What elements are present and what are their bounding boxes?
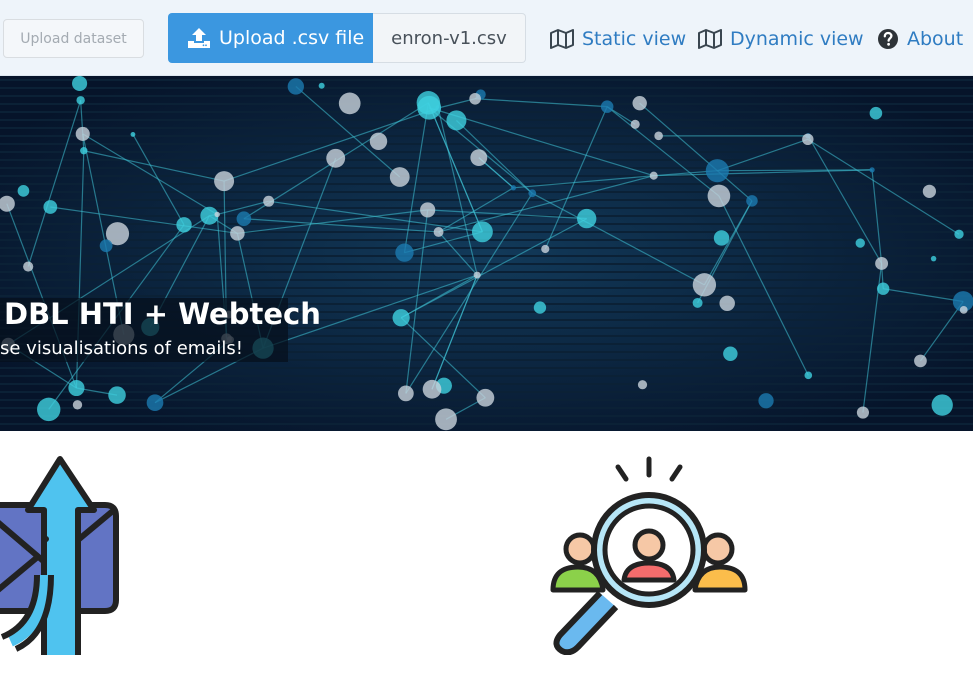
network-node [954, 229, 964, 239]
network-node [422, 379, 442, 399]
network-node [510, 185, 517, 191]
network-node [707, 184, 731, 208]
network-node [435, 408, 457, 431]
network-node [146, 394, 164, 412]
upload-csv-button[interactable]: Upload .csv file [168, 13, 373, 63]
network-node [649, 171, 658, 180]
network-node [528, 189, 537, 198]
network-node [214, 211, 220, 218]
network-node [263, 195, 275, 207]
network-node [433, 227, 444, 237]
network-node [541, 244, 550, 254]
network-node [746, 195, 758, 207]
network-node [420, 202, 436, 218]
network-node [804, 371, 813, 380]
network-node [469, 92, 481, 105]
network-node [230, 226, 245, 241]
network-node [23, 261, 34, 272]
map-icon [698, 29, 722, 49]
upload-csv-label: Upload .csv file [219, 27, 365, 49]
network-node [922, 184, 936, 198]
hero-banner: DBL HTI + Webtech se visualisations of e… [0, 76, 973, 431]
network-node [713, 230, 730, 246]
network-node [446, 110, 467, 131]
network-node [369, 132, 388, 150]
network-node [719, 295, 735, 312]
network-background [0, 76, 973, 431]
nav-dynamic-view-label: Dynamic view [730, 28, 864, 50]
network-node [654, 131, 663, 141]
mail-upload-icon [0, 456, 119, 655]
network-node [416, 91, 441, 115]
network-node [37, 397, 61, 422]
network-node [637, 380, 648, 390]
network-node [869, 106, 883, 120]
network-node [692, 273, 717, 297]
network-node [176, 217, 192, 233]
network-node [533, 301, 547, 314]
network-node [130, 132, 136, 137]
network-node [392, 309, 410, 327]
network-node [214, 171, 235, 192]
network-node [856, 406, 869, 419]
upload-icon [188, 28, 210, 48]
selected-file-name: enron-v1.csv [373, 13, 526, 63]
map-icon [550, 29, 574, 49]
network-node [43, 200, 58, 214]
network-node [930, 255, 937, 262]
network-node [959, 306, 968, 314]
network-node [869, 167, 875, 173]
nav-dynamic-view[interactable]: Dynamic view [698, 24, 864, 54]
network-node [75, 126, 90, 141]
network-node [389, 167, 410, 187]
network-node [68, 379, 85, 397]
nav-static-view[interactable]: Static view [550, 24, 686, 54]
network-node [632, 96, 647, 111]
network-node [476, 388, 495, 407]
network-node [72, 400, 83, 410]
network-edge [717, 169, 873, 172]
network-node [80, 147, 88, 155]
people-search-icon [550, 456, 748, 655]
network-node [17, 185, 30, 197]
network-node [338, 92, 361, 115]
upload-dataset-button[interactable]: Upload dataset [3, 19, 144, 58]
nav-about-label: About [907, 28, 964, 50]
question-circle-icon [878, 29, 898, 49]
network-node [914, 354, 927, 368]
network-node [705, 159, 729, 183]
hero-title: DBL HTI + Webtech [4, 297, 321, 331]
network-node [875, 257, 889, 270]
network-node [758, 393, 774, 409]
network-node [600, 100, 614, 113]
network-node [398, 385, 414, 402]
network-node [723, 346, 738, 361]
network-node [692, 297, 703, 308]
network-node [577, 208, 597, 229]
network-node [470, 149, 488, 167]
network-background-image [0, 76, 973, 431]
navbar: Upload dataset Upload .csv file enron-v1… [0, 0, 973, 76]
network-node [473, 271, 481, 279]
network-node [287, 78, 304, 95]
network-node [802, 133, 814, 146]
network-node [236, 211, 252, 227]
nav-about[interactable]: About [877, 24, 963, 54]
nav-static-view-label: Static view [582, 28, 687, 50]
network-node [630, 119, 640, 129]
network-node [471, 221, 493, 243]
network-node [395, 243, 414, 262]
network-node [318, 82, 325, 89]
network-node [326, 148, 346, 168]
hero-subtitle: se visualisations of emails! [0, 338, 243, 359]
network-node [76, 96, 85, 105]
network-node [876, 282, 890, 295]
network-node [72, 76, 88, 92]
network-node [108, 386, 126, 404]
network-node [99, 239, 113, 253]
network-node [931, 394, 953, 416]
network-node [855, 238, 865, 248]
